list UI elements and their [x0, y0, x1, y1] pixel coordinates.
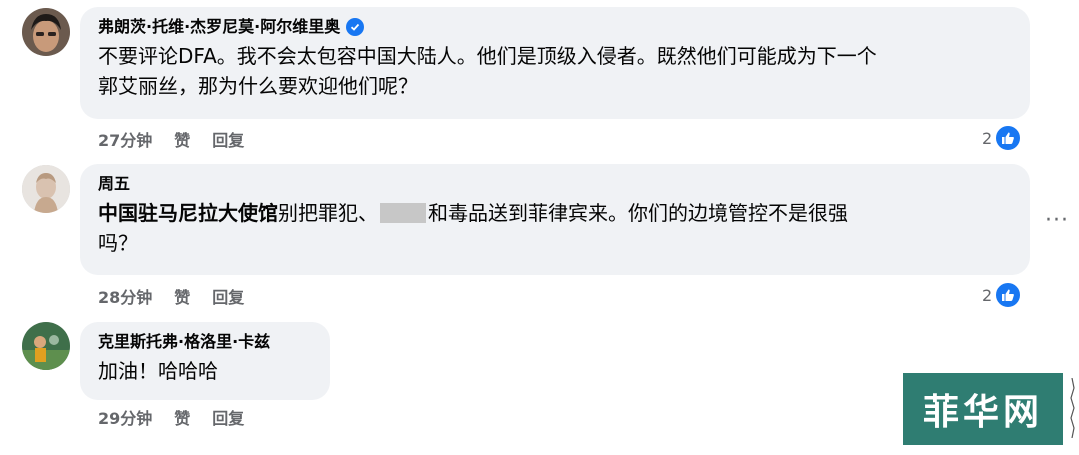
- more-options-icon[interactable]: ···: [1045, 208, 1069, 233]
- comment-bubble: 周五 中国驻马尼拉大使馆别把罪犯、 和毒品送到菲律宾来。你们的边境管控不是很强 吗…: [80, 164, 1030, 275]
- like-button[interactable]: 赞: [174, 405, 190, 429]
- thumbs-up-icon: [994, 124, 1023, 152]
- comment-text: 不要评论DFA。我不会太包容中国大陆人。他们是顶级入侵者。既然他们可能成为下一个…: [98, 41, 1018, 101]
- comment-author[interactable]: 弗朗茨·托维·杰罗尼莫·阿尔维里奥: [98, 15, 1018, 39]
- reply-button[interactable]: 回复: [212, 284, 244, 308]
- avatar[interactable]: [22, 165, 70, 213]
- reply-button[interactable]: 回复: [212, 405, 244, 429]
- author-name[interactable]: 周五: [98, 172, 130, 196]
- comment-text: 加油！哈哈哈: [98, 359, 218, 383]
- like-button[interactable]: 赞: [174, 127, 190, 151]
- author-name[interactable]: 弗朗茨·托维·杰罗尼莫·阿尔维里奥: [98, 15, 340, 39]
- verified-badge-icon: [346, 18, 365, 36]
- text-segment: 和毒品送到菲律宾来。你们的边境管控不是很强: [428, 201, 848, 225]
- avatar[interactable]: [22, 322, 70, 370]
- comment-bubble: 弗朗茨·托维·杰罗尼莫·阿尔维里奥 不要评论DFA。我不会太包容中国大陆人。他们…: [80, 7, 1030, 119]
- reaction-count[interactable]: 2: [982, 124, 1023, 152]
- like-button[interactable]: 赞: [174, 284, 190, 308]
- reply-button[interactable]: 回复: [212, 127, 244, 151]
- mention-link[interactable]: 中国驻马尼拉大使馆: [98, 201, 278, 225]
- text-segment: 别把罪犯、: [278, 201, 378, 225]
- comment-text: 中国驻马尼拉大使馆别把罪犯、 和毒品送到菲律宾来。你们的边境管控不是很强 吗？: [98, 198, 1018, 258]
- comment-text-line: 吗？: [98, 231, 138, 255]
- reaction-number: 2: [982, 128, 993, 148]
- comment-author[interactable]: 克里斯托弗·格洛里·卡兹: [98, 330, 318, 354]
- comment-actions: 27分钟 赞 回复: [98, 127, 244, 151]
- thumbs-up-icon: [994, 281, 1023, 309]
- comment-actions: 29分钟 赞 回复: [98, 405, 244, 429]
- comment-author[interactable]: 周五: [98, 172, 1018, 196]
- comment-text-line: 中国驻马尼拉大使馆别把罪犯、 和毒品送到菲律宾来。你们的边境管控不是很强: [98, 198, 1018, 228]
- watermark-edge-decoration: [1070, 378, 1075, 438]
- comment-actions: 28分钟 赞 回复: [98, 284, 244, 308]
- reaction-number: 2: [982, 285, 993, 305]
- author-name[interactable]: 克里斯托弗·格洛里·卡兹: [98, 330, 270, 354]
- timestamp[interactable]: 27分钟: [98, 127, 152, 151]
- timestamp[interactable]: 29分钟: [98, 405, 152, 429]
- comment-bubble: 克里斯托弗·格洛里·卡兹 加油！哈哈哈: [80, 322, 330, 400]
- comment-text-line: 不要评论DFA。我不会太包容中国大陆人。他们是顶级入侵者。既然他们可能成为下一个: [98, 44, 877, 68]
- avatar[interactable]: [22, 8, 70, 56]
- reaction-count[interactable]: 2: [982, 281, 1023, 309]
- timestamp[interactable]: 28分钟: [98, 284, 152, 308]
- redacted-block: [380, 203, 426, 223]
- comment-text-line: 郭艾丽丝，那为什么要欢迎他们呢？: [98, 74, 418, 98]
- watermark-logo: 菲华网: [903, 373, 1063, 445]
